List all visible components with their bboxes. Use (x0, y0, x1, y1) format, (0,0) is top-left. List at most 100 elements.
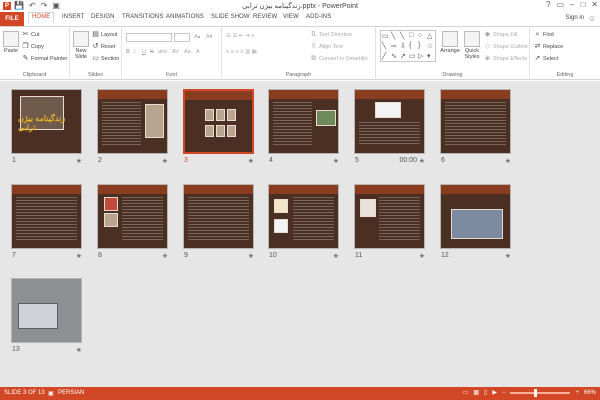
arrange-button[interactable]: Arrange (440, 31, 460, 54)
brace-shape-icon[interactable]: { (409, 42, 418, 52)
format-painter-button[interactable]: ✎ Format Painter (22, 55, 68, 62)
find-button[interactable]: ⌕ Find (534, 31, 554, 38)
transition-icon[interactable]: ★ (76, 157, 82, 165)
line-shape-icon[interactable]: ╲ (391, 32, 400, 42)
spellcheck-icon[interactable]: ▣ (48, 390, 54, 397)
star-shape-icon[interactable]: ☆ (427, 42, 436, 52)
close-icon[interactable]: ✕ (591, 0, 598, 9)
slide-thumbnail-1[interactable]: زندگینامه بیژن ترابی 1 ★ (11, 89, 82, 165)
line-shape-icon[interactable]: ╱ (382, 52, 391, 62)
zoom-slider-thumb[interactable] (534, 388, 538, 397)
line-shape-icon[interactable]: ╲ (382, 42, 391, 52)
shapes-gallery[interactable]: ▭ ╲ ╲ □ ○ △ ╲ ⇨ ⇩{} ☆ ╱ ∿ ↗ ▭ ▷ ▾ (380, 30, 436, 62)
arrow-shape-icon[interactable]: ⇩ (400, 42, 409, 52)
tab-design[interactable]: DESIGN (91, 14, 115, 20)
change-case-button[interactable]: Aa (184, 49, 191, 55)
copy-button[interactable]: ❐ Copy (22, 43, 43, 50)
shape-effects-button[interactable]: ◈ Shape Effects (484, 55, 527, 62)
normal-view-icon[interactable]: ▭ (463, 389, 469, 396)
char-spacing-button[interactable]: AV (172, 49, 179, 55)
slide-thumbnail-9[interactable]: 9 ★ (183, 184, 254, 260)
tab-transitions[interactable]: TRANSITIONS (122, 14, 163, 20)
shrink-font-button[interactable]: A▾ (206, 34, 212, 40)
transition-icon[interactable]: ★ (333, 157, 339, 165)
slide-thumbnail-6[interactable]: 6 ★ (440, 89, 511, 165)
slide-thumbnail-7[interactable]: 7 ★ (11, 184, 82, 260)
text-direction-button[interactable]: ⇅ Text Direction (310, 31, 353, 38)
slide-thumbnail-10[interactable]: 10 ★ (268, 184, 339, 260)
reading-view-icon[interactable]: ▯ (484, 389, 487, 396)
slide-thumbnail-3[interactable]: 3 ★ (183, 89, 254, 165)
ribbon-display-icon[interactable]: ▭ (556, 0, 564, 9)
select-button[interactable]: ➚ Select (534, 55, 559, 62)
slide-thumbnail-4[interactable]: 4 ★ (268, 89, 339, 165)
shadow-button[interactable]: abe (158, 49, 167, 55)
arrow-shape-icon[interactable]: ⇨ (391, 42, 400, 52)
textbox-shape-icon[interactable]: ▭ (382, 32, 391, 42)
layout-button[interactable]: ▤ Layout (92, 31, 117, 38)
transition-icon[interactable]: ★ (505, 252, 511, 260)
align-buttons[interactable]: ≡ ≡ ≡ ≡ ▥ ▦ (226, 49, 257, 55)
user-icon[interactable]: ☺ (588, 14, 596, 23)
arrow-shape-icon[interactable]: ↗ (400, 52, 409, 62)
transition-icon[interactable]: ★ (248, 157, 254, 165)
transition-icon[interactable]: ★ (505, 157, 511, 165)
zoom-out-icon[interactable]: − (502, 390, 506, 396)
transition-icon[interactable]: ★ (248, 252, 254, 260)
help-icon[interactable]: ? (546, 0, 550, 9)
triangle-shape-icon[interactable]: ▷ (418, 52, 427, 62)
shape-fill-button[interactable]: ◆ Shape Fill (484, 31, 518, 38)
bullets-button[interactable]: ☰ ☰ ⇤ ⇥ ≡ (226, 33, 254, 39)
align-text-button[interactable]: ⇳ Align Text (310, 43, 343, 50)
grow-font-button[interactable]: A▴ (194, 34, 200, 40)
slide-thumbnail-13[interactable]: 13 ★ (11, 278, 82, 354)
minimize-icon[interactable]: – (570, 0, 574, 9)
replace-button[interactable]: ⇄ Replace (534, 43, 564, 50)
sign-in-link[interactable]: Sign in (566, 15, 584, 21)
language-indicator[interactable]: PERSIAN (58, 390, 84, 396)
triangle-shape-icon[interactable]: △ (427, 32, 436, 42)
zoom-in-icon[interactable]: + (575, 390, 579, 396)
tab-slide-show[interactable]: SLIDE SHOW (211, 14, 250, 20)
quick-styles-button[interactable]: Quick Styles (462, 31, 482, 60)
slide-thumbnail-12[interactable]: 12 ★ (440, 184, 511, 260)
tab-file[interactable]: FILE (0, 12, 24, 26)
strikethrough-button[interactable]: S (150, 49, 154, 55)
tab-review[interactable]: REVIEW (253, 14, 277, 20)
zoom-slider[interactable] (510, 388, 571, 397)
maximize-icon[interactable]: □ (580, 0, 585, 9)
slide-thumbnail-2[interactable]: 2 ★ (97, 89, 168, 165)
brace-shape-icon[interactable]: } (418, 42, 427, 52)
italic-button[interactable]: I (134, 49, 136, 55)
more-shapes-icon[interactable]: ▾ (427, 52, 436, 62)
slide-thumbnail-11[interactable]: 11 ★ (354, 184, 425, 260)
rectangle-shape-icon[interactable]: □ (409, 32, 418, 42)
transition-icon[interactable]: ★ (162, 157, 168, 165)
slideshow-view-icon[interactable]: ▶ (492, 389, 497, 396)
font-name-box[interactable] (126, 33, 172, 42)
tab-home[interactable]: HOME (28, 12, 55, 23)
transition-icon[interactable]: ★ (419, 157, 425, 165)
tab-add-ins[interactable]: ADD-INS (306, 14, 331, 20)
rectangle-shape-icon[interactable]: ▭ (409, 52, 418, 62)
tab-view[interactable]: VIEW (283, 14, 299, 20)
tab-animations[interactable]: ANIMATIONS (166, 14, 204, 20)
slide-thumbnail-5[interactable]: 5 00:00 ★ (354, 89, 425, 165)
tab-insert[interactable]: INSERT (62, 14, 85, 20)
new-slide-button[interactable]: New Slide (72, 31, 90, 60)
curve-shape-icon[interactable]: ∿ (391, 52, 400, 62)
transition-icon[interactable]: ★ (76, 346, 82, 354)
reset-button[interactable]: ↺ Reset (92, 43, 116, 50)
zoom-level[interactable]: 66% (584, 390, 596, 396)
font-color-button[interactable]: A (196, 49, 200, 55)
transition-icon[interactable]: ★ (162, 252, 168, 260)
transition-icon[interactable]: ★ (76, 252, 82, 260)
slide-sorter-view-icon[interactable]: ▦ (473, 389, 479, 396)
oval-shape-icon[interactable]: ○ (418, 32, 427, 42)
convert-smartart-button[interactable]: ⧉ Convert to SmartArt (310, 55, 368, 62)
slide-thumbnail-8[interactable]: 8 ★ (97, 184, 168, 260)
transition-icon[interactable]: ★ (333, 252, 339, 260)
shape-outline-button[interactable]: ◇ Shape Outline (484, 43, 528, 50)
line-shape-icon[interactable]: ╲ (400, 32, 409, 42)
bold-button[interactable]: B (126, 49, 130, 55)
